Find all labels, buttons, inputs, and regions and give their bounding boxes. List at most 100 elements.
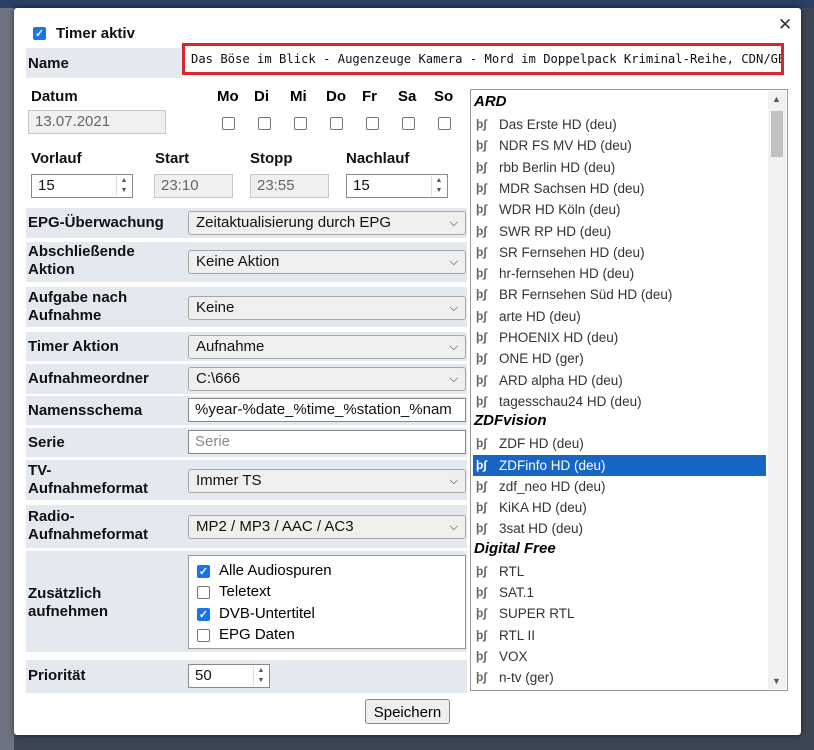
day-checkbox-fr[interactable]	[366, 117, 379, 130]
chevron-down-icon: ⌵	[449, 217, 458, 229]
day-checkbox-do[interactable]	[330, 117, 343, 130]
channel-list[interactable]: ▲ ▼ ARD ϸ∫ Das Erste HD (deu) ϸ∫ NDR FS MV H…	[470, 89, 788, 691]
day-label-mi: Mi	[290, 88, 307, 105]
channel-item[interactable]: ϸ∫ WDR HD Köln (deu)	[473, 199, 766, 220]
channel-item[interactable]: ϸ∫ ARD alpha HD (deu)	[473, 370, 766, 391]
satellite-dish-icon: ϸ∫	[476, 436, 487, 451]
channel-name: ARD alpha HD (deu)	[499, 372, 623, 388]
channel-item[interactable]: ϸ∫ KiKA HD (deu)	[473, 497, 766, 518]
timer-active-checkbox[interactable]: ✓	[33, 27, 46, 40]
day-label-fr: Fr	[362, 88, 377, 105]
satellite-dish-icon: ϸ∫	[476, 648, 487, 663]
channel-item[interactable]: ϸ∫ n-tv (ger)	[473, 667, 766, 688]
vorlauf-input[interactable]: 15 ▲ ▼	[31, 174, 133, 198]
channel-name: RTL	[499, 563, 525, 579]
tv-format-label: TV-Aufnahmeformat	[28, 462, 149, 497]
satellite-dish-icon: ϸ∫	[476, 457, 487, 472]
extras-checkbox-untertitel[interactable]: ✓	[197, 608, 210, 621]
channel-item[interactable]: ϸ∫ ZDFinfo HD (deu)	[473, 454, 766, 476]
ordner-label: Aufnahmeordner	[28, 370, 149, 387]
channel-item[interactable]: ϸ∫ NDR FS MV HD (deu)	[473, 135, 766, 156]
extras-checkbox-epg[interactable]	[197, 629, 210, 642]
scrollbar-thumb[interactable]	[771, 111, 783, 157]
name-input[interactable]: Das Böse im Blick - Augenzeuge Kamera - …	[182, 43, 784, 75]
day-checkbox-di[interactable]	[258, 117, 271, 130]
close-icon[interactable]: ✕	[778, 16, 792, 33]
channel-item[interactable]: ϸ∫ 3sat HD (deu)	[473, 518, 766, 539]
extras-checkbox-audio[interactable]: ✓	[197, 565, 210, 578]
satellite-dish-icon: ϸ∫	[476, 308, 487, 323]
satellite-dish-icon: ϸ∫	[476, 500, 487, 515]
datum-input[interactable]: 13.07.2021	[28, 110, 166, 134]
channel-item[interactable]: ϸ∫ hr-fernsehen HD (deu)	[473, 263, 766, 284]
satellite-dish-icon: ϸ∫	[476, 606, 487, 621]
timer-aktion-label: Timer Aktion	[28, 338, 119, 355]
satellite-dish-icon: ϸ∫	[476, 372, 487, 387]
satellite-dish-icon: ϸ∫	[476, 159, 487, 174]
day-checkbox-so[interactable]	[438, 117, 451, 130]
aufgabe-label: Aufgabe nach Aufnahme	[28, 289, 128, 324]
abschluss-select[interactable]: Keine Aktion ⌵	[188, 250, 466, 274]
start-input[interactable]: 23:10	[154, 174, 233, 198]
channel-item[interactable]: ϸ∫ SR Fernsehen HD (deu)	[473, 242, 766, 263]
day-checkbox-mo[interactable]	[222, 117, 235, 130]
extras-checkbox-teletext[interactable]	[197, 586, 210, 599]
nachlauf-input[interactable]: 15 ▲ ▼	[346, 174, 448, 198]
vorlauf-label: Vorlauf	[31, 150, 82, 167]
day-checkbox-sa[interactable]	[402, 117, 415, 130]
chevron-down-icon: ⌵	[449, 256, 458, 268]
channel-group-header: Digital Free	[474, 539, 556, 557]
channel-item[interactable]: ϸ∫ SAT.1	[473, 582, 766, 603]
prio-input[interactable]: 50 ▲ ▼	[188, 664, 270, 688]
scroll-down-icon[interactable]: ▼	[772, 676, 781, 686]
timer-aktion-value: Aufnahme	[196, 338, 265, 355]
channel-item[interactable]: ϸ∫ rbb Berlin HD (deu)	[473, 157, 766, 178]
epg-label: EPG-Überwachung	[28, 214, 164, 231]
tv-format-select[interactable]: Immer TS ⌵	[188, 469, 466, 493]
nachlauf-stepper[interactable]: ▲ ▼	[431, 176, 446, 196]
satellite-dish-icon: ϸ∫	[476, 180, 487, 195]
channel-name: PHOENIX HD (deu)	[499, 330, 619, 345]
extras-label-teletext: Teletext	[219, 583, 271, 600]
channel-item[interactable]: ϸ∫ SUPER RTL	[473, 603, 766, 624]
satellite-dish-icon: ϸ∫	[476, 244, 487, 259]
channel-item[interactable]: ϸ∫ Das Erste HD (deu)	[473, 114, 766, 135]
channel-item[interactable]: ϸ∫ PHOENIX HD (deu)	[473, 327, 766, 348]
namensschema-input[interactable]: %year-%date_%time_%station_%nam	[188, 398, 466, 422]
day-checkbox-mi[interactable]	[294, 117, 307, 130]
channel-item[interactable]: ϸ∫ RTL II	[473, 625, 766, 646]
channel-name: n-tv (ger)	[499, 670, 554, 686]
channel-item[interactable]: ϸ∫ ONE HD (ger)	[473, 348, 766, 369]
satellite-dish-icon: ϸ∫	[476, 670, 487, 685]
scroll-up-icon[interactable]: ▲	[772, 94, 781, 104]
epg-select[interactable]: Zeitaktualisierung durch EPG ⌵	[188, 211, 466, 235]
aufgabe-select[interactable]: Keine ⌵	[188, 296, 466, 320]
channel-name: rbb Berlin HD (deu)	[499, 159, 616, 175]
vorlauf-stepper[interactable]: ▲ ▼	[116, 176, 131, 196]
name-label: Name	[28, 55, 69, 72]
serie-input[interactable]: Serie	[188, 430, 466, 454]
channel-item[interactable]: ϸ∫ arte HD (deu)	[473, 306, 766, 327]
channel-item[interactable]: ϸ∫ MDR Sachsen HD (deu)	[473, 178, 766, 199]
channel-item[interactable]: ϸ∫ BR Fernsehen Süd HD (deu)	[473, 284, 766, 305]
prio-stepper[interactable]: ▲ ▼	[253, 666, 268, 686]
channel-item[interactable]: ϸ∫ RTL	[473, 561, 766, 582]
channel-name: arte HD (deu)	[499, 308, 581, 324]
ordner-select[interactable]: C:\666 ⌵	[188, 367, 466, 391]
timer-aktion-select[interactable]: Aufnahme ⌵	[188, 335, 466, 359]
channel-name: MDR Sachsen HD (deu)	[499, 180, 645, 196]
satellite-dish-icon: ϸ∫	[476, 478, 487, 493]
background-page-strip	[0, 0, 814, 8]
start-label: Start	[155, 150, 190, 167]
channel-item[interactable]: ϸ∫ VOX	[473, 646, 766, 667]
channel-item[interactable]: ϸ∫ ZDF HD (deu)	[473, 433, 766, 454]
chevron-down-icon: ⌵	[449, 302, 458, 314]
radio-format-select[interactable]: MP2 / MP3 / AAC / AC3 ⌵	[188, 515, 466, 539]
channel-item[interactable]: ϸ∫ tagesschau24 HD (deu)	[473, 391, 766, 412]
channel-list-scrollbar[interactable]: ▲ ▼	[768, 91, 786, 689]
channel-item[interactable]: ϸ∫ zdf_neo HD (deu)	[473, 476, 766, 497]
satellite-dish-icon: ϸ∫	[476, 223, 487, 238]
channel-item[interactable]: ϸ∫ SWR RP HD (deu)	[473, 221, 766, 242]
save-button[interactable]: Speichern	[365, 699, 450, 724]
stopp-input[interactable]: 23:55	[250, 174, 329, 198]
